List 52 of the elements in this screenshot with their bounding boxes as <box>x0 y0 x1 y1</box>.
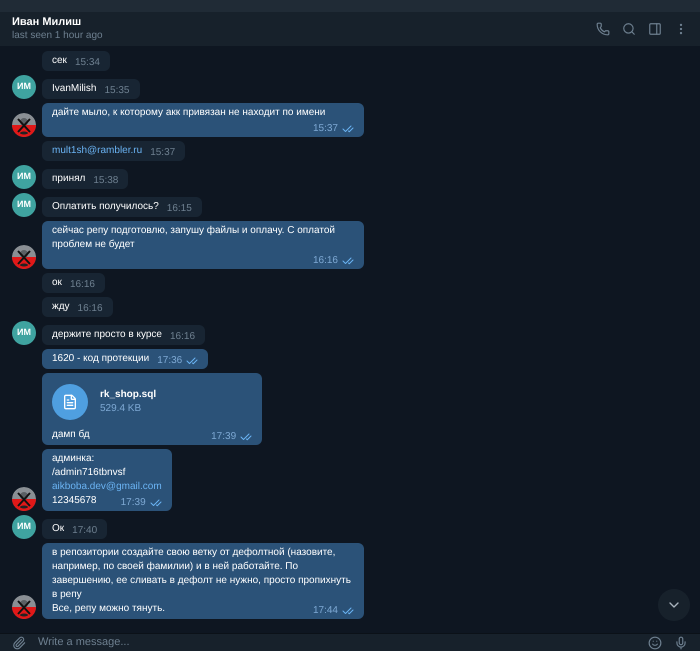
message-text: в репозитории создайте свою ветку от дефолтной (назовите, например, по своей фамилии) и в ней работайте. По завершению, ее сливать в дефолт не нужно, просто пропихнуть в репу <box>52 547 351 600</box>
message-time: 17:44 <box>312 604 338 618</box>
last-seen-status: last seen 1 hour ago <box>12 29 103 43</box>
file-name: rk_shop.sql <box>100 388 156 402</box>
message-time: 16:16 <box>312 254 338 268</box>
message-text: держите просто в курсе <box>52 328 162 342</box>
message-text: дайте мыло, к которому акк привязан не находит по имени <box>52 106 326 120</box>
file-size: 529.4 KB <box>100 402 142 416</box>
message-time: 15:37 <box>150 146 176 160</box>
message-time: 16:16 <box>78 302 103 316</box>
message-text: ок <box>52 276 62 290</box>
avatar[interactable]: ИМ <box>12 75 36 99</box>
message-text: IvanMilish <box>52 82 96 96</box>
message-composer[interactable]: Write a message... <box>0 633 700 651</box>
phone-icon[interactable] <box>596 22 610 36</box>
avatar[interactable]: ИМ <box>12 165 36 189</box>
message-text: Ок <box>52 522 64 536</box>
message-text: 1620 - код протекции <box>52 352 150 366</box>
message-time: 17:39 <box>211 430 236 444</box>
message-text: Оплатить получилось? <box>52 200 159 214</box>
message-time: 15:38 <box>93 174 118 188</box>
message-text: сек <box>52 54 67 68</box>
email-link[interactable]: aikboba.dev@gmail.com <box>52 481 162 492</box>
emoji-icon[interactable] <box>648 636 662 650</box>
avatar[interactable]: ИМ <box>12 193 36 217</box>
microphone-icon[interactable] <box>674 636 688 650</box>
message-text: сейчас репу подготовлю, запушу файлы и оплачу. С оплатой проблем не будет <box>52 224 336 252</box>
message-time: 17:36 <box>157 354 182 368</box>
avatar[interactable]: ИМ <box>12 321 36 345</box>
file-icon[interactable] <box>52 384 88 420</box>
message-text: 12345678 <box>52 494 96 508</box>
message-text: Все, репу можно тянуть. <box>52 602 166 616</box>
message-time: 16:16 <box>70 278 95 292</box>
message-time: 16:15 <box>166 202 192 216</box>
message-time: 15:34 <box>74 56 100 70</box>
message-text: /admin716tbnvsf <box>52 467 126 478</box>
message-input[interactable]: Write a message... <box>38 634 636 651</box>
sidebar-toggle-icon[interactable] <box>648 22 662 36</box>
message-time: 15:37 <box>312 122 338 136</box>
message-text: принял <box>52 172 86 186</box>
message-text: жду <box>52 300 70 314</box>
message-time: 17:40 <box>72 524 98 538</box>
message-text: дамп бд <box>52 428 90 442</box>
attach-icon[interactable] <box>12 636 26 650</box>
contact-name: Иван Милиш <box>12 15 82 29</box>
avatar[interactable]: ИМ <box>12 515 36 539</box>
search-icon[interactable] <box>622 22 636 36</box>
email-link[interactable]: mult1sh@rambler.ru <box>52 144 142 158</box>
message-time: 16:16 <box>170 330 196 344</box>
message-text: админка: <box>52 453 94 464</box>
message-time: 15:35 <box>104 84 130 98</box>
message-time: 17:39 <box>120 496 146 510</box>
